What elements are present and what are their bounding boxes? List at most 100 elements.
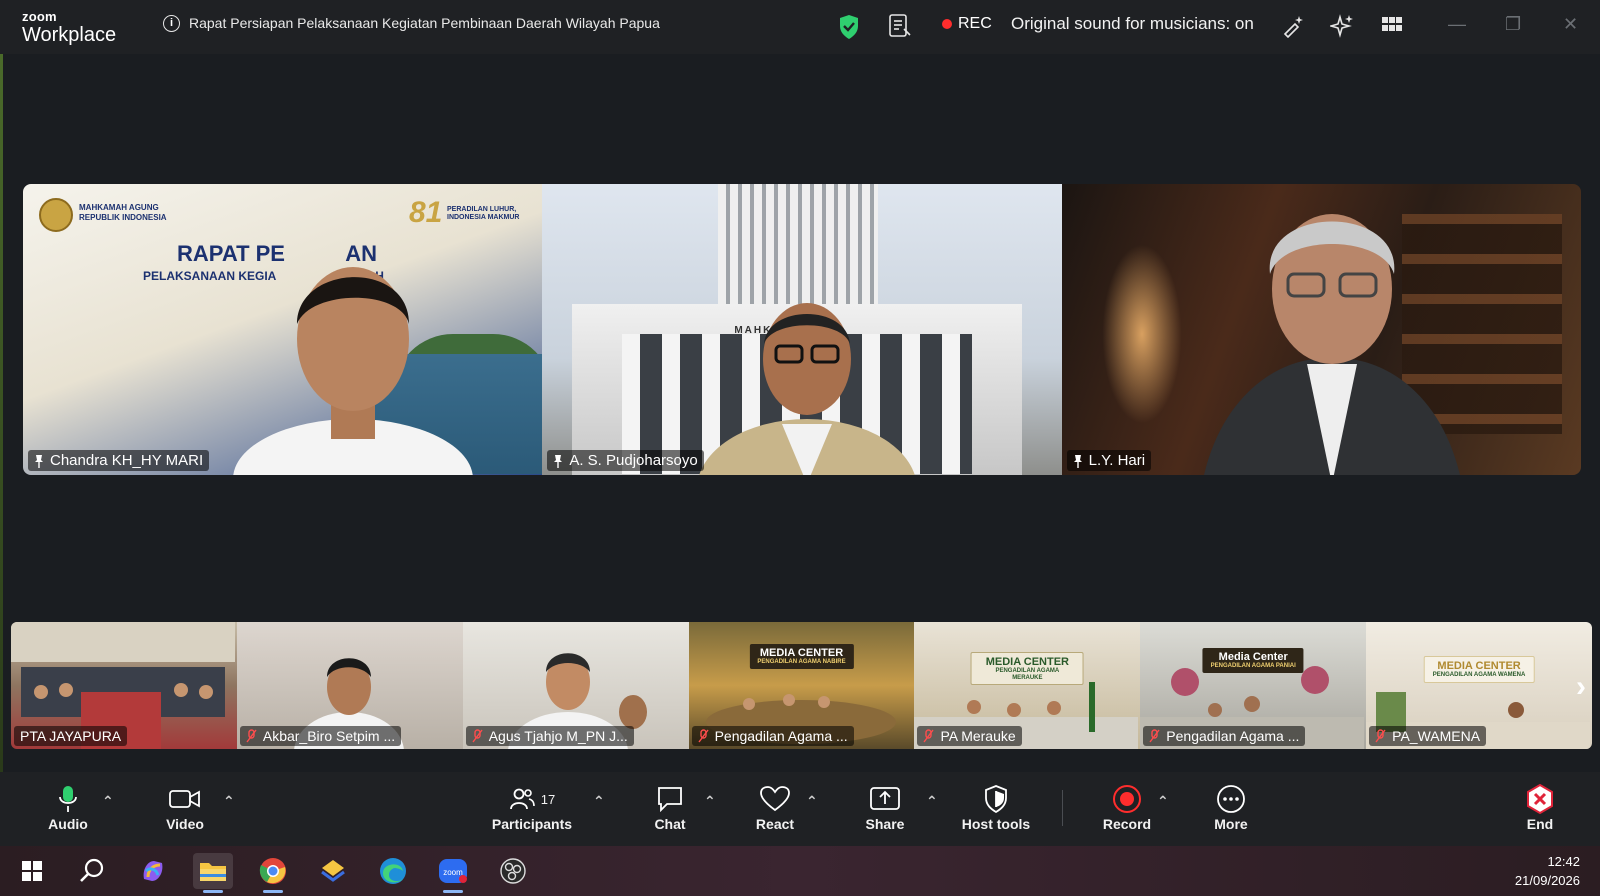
host-shield-icon	[985, 785, 1007, 813]
more-label: More	[1214, 816, 1248, 832]
react-options-chevron-icon[interactable]: ⌃	[806, 793, 818, 810]
heart-icon	[760, 786, 790, 812]
participant-video-ly-hari	[1203, 214, 1460, 475]
record-label: Record	[1102, 816, 1152, 832]
meeting-info-icon[interactable]: i	[163, 15, 180, 32]
video-tile-ly-hari[interactable]: L.Y. Hari	[1061, 184, 1581, 475]
participant-video-chandra	[233, 267, 473, 475]
next-page-chevron-icon[interactable]: ›	[1576, 670, 1586, 704]
participant-label: PA_WAMENA	[1369, 726, 1487, 746]
participant-label: Pengadilan Agama ...	[691, 726, 854, 746]
record-button[interactable]: Record	[1102, 784, 1152, 832]
thumb-pengadilan-agama-paniai[interactable]: Media Center PENGADILAN AGAMA PANIAI Pen…	[1140, 622, 1367, 749]
meeting-toolbar	[0, 772, 1600, 846]
gallery-grid-icon[interactable]	[1381, 14, 1403, 36]
participant-name: PA_WAMENA	[1392, 728, 1481, 744]
background-lamp	[1101, 244, 1182, 424]
thumb-pta-jayapura[interactable]: PTA JAYAPURA	[11, 622, 237, 749]
video-button[interactable]: Video	[160, 784, 210, 832]
clock-time: 12:42	[1547, 854, 1580, 869]
participant-name: Agus Tjahjo M_PN J...	[488, 728, 628, 744]
recording-indicator[interactable]: REC	[942, 15, 992, 33]
more-button[interactable]: More	[1210, 784, 1252, 832]
motto-line1: PERADILAN LUHUR,	[447, 206, 517, 213]
pin-icon	[1073, 454, 1082, 468]
mic-muted-icon	[923, 729, 934, 743]
windows-taskbar	[0, 846, 1600, 896]
end-label: End	[1526, 816, 1554, 832]
mic-muted-icon	[246, 729, 257, 743]
toolbar-divider	[1062, 790, 1063, 826]
meeting-title: Rapat Persiapan Pelaksanaan Kegiatan Pem…	[189, 15, 660, 31]
video-tile-chandra[interactable]: MAHKAMAH AGUNG REPUBLIK INDONESIA 81 PER…	[23, 184, 543, 475]
thumb-pa-merauke[interactable]: MEDIA CENTER PENGADILAN AGAMA MERAUKE PA…	[914, 622, 1141, 749]
thumb-akbar[interactable]: Akbar_Biro Setpim ...	[236, 622, 463, 749]
video-tile-pudjoharsoyo[interactable]: MAHKA A. S. Pudjoharsoyo	[542, 184, 1062, 475]
ai-pen-icon[interactable]	[1281, 14, 1305, 38]
participant-label: Agus Tjahjo M_PN J...	[465, 726, 634, 746]
end-x-icon	[1527, 784, 1553, 814]
video-options-chevron-icon[interactable]: ⌃	[223, 793, 235, 810]
thumb-pengadilan-agama-nabire[interactable]: MEDIA CENTER PENGADILAN AGAMA NABIRE Pen…	[688, 622, 915, 749]
clock-date: 21/09/2026	[1514, 873, 1580, 888]
thumb-pa-wamena[interactable]: MEDIA CENTER PENGADILAN AGAMA WAMENA PA_…	[1366, 622, 1592, 749]
chat-label: Chat	[654, 816, 686, 832]
security-shield-icon[interactable]	[838, 14, 860, 40]
speaker-tiles: MAHKAMAH AGUNG REPUBLIK INDONESIA 81 PER…	[23, 184, 1581, 475]
video-camera-icon	[169, 790, 200, 808]
participant-label: Pengadilan Agama ...	[1143, 726, 1306, 746]
sticky-app-icon[interactable]	[313, 853, 353, 889]
audio-button[interactable]: Audio	[44, 784, 92, 832]
zoom-taskbar-icon[interactable]: zoom	[433, 853, 473, 893]
pin-icon	[35, 454, 43, 468]
windows-logo-icon	[22, 861, 42, 881]
record-icon	[1113, 785, 1141, 813]
participant-name: A. S. Pudjoharsoyo	[569, 452, 698, 469]
react-button[interactable]: React	[752, 784, 798, 832]
host-tools-button[interactable]: Host tools	[960, 784, 1032, 832]
share-options-chevron-icon[interactable]: ⌃	[926, 793, 938, 810]
logo-line1: zoom	[22, 9, 57, 24]
minimize-icon[interactable]: —	[1448, 14, 1466, 35]
windows-start-icon[interactable]	[12, 853, 52, 889]
thumb-agus-tjahjo[interactable]: Agus Tjahjo M_PN J...	[462, 622, 689, 749]
anniversary-motto: PERADILAN LUHUR, INDONESIA MAKMUR	[447, 206, 519, 223]
summary-doc-icon[interactable]	[888, 13, 912, 39]
participants-icon	[509, 788, 535, 810]
search-icon[interactable]	[72, 853, 112, 889]
edge-icon[interactable]	[373, 853, 413, 889]
participant-label: L.Y. Hari	[1066, 450, 1152, 471]
system-clock[interactable]: 12:42 21/09/2026	[1515, 852, 1580, 890]
chat-bubble-icon	[658, 787, 682, 812]
banner-org: MAHKAMAH AGUNG REPUBLIK INDONESIA	[79, 203, 167, 222]
record-options-chevron-icon[interactable]: ⌃	[1157, 793, 1169, 810]
banner-org-name: MAHKAMAH AGUNG	[79, 203, 159, 212]
chat-button[interactable]: Chat	[648, 784, 692, 832]
copilot-icon[interactable]	[133, 853, 173, 889]
video-label: Video	[166, 816, 204, 832]
chrome-icon[interactable]	[253, 853, 293, 893]
chat-options-chevron-icon[interactable]: ⌃	[704, 793, 716, 810]
participant-name: Chandra KH_HY MARI	[50, 452, 204, 469]
mahkamah-agung-logo-icon	[39, 198, 73, 232]
end-meeting-button[interactable]: End	[1522, 784, 1558, 832]
participants-count: 17	[540, 791, 556, 807]
original-sound-status[interactable]: Original sound for musicians: on	[1011, 14, 1254, 34]
participants-options-chevron-icon[interactable]: ⌃	[593, 793, 605, 810]
participant-name: Pengadilan Agama ...	[714, 728, 848, 744]
file-explorer-icon[interactable]	[193, 853, 233, 893]
restore-icon[interactable]: ❐	[1505, 14, 1521, 35]
ai-companion-sparkle-icon[interactable]	[1330, 14, 1354, 38]
share-button[interactable]: Share	[862, 784, 908, 832]
zoom-workplace-logo: zoom Workplace	[22, 10, 116, 45]
participant-label: A. S. Pudjoharsoyo	[547, 450, 704, 471]
participant-name: Pengadilan Agama ...	[1166, 728, 1300, 744]
desktop-edge	[0, 54, 3, 772]
close-icon[interactable]: ✕	[1563, 14, 1578, 35]
obs-icon[interactable]	[493, 853, 533, 889]
participants-label: Participants	[491, 816, 573, 832]
react-label: React	[755, 816, 795, 832]
audio-options-chevron-icon[interactable]: ⌃	[102, 793, 114, 810]
participants-button[interactable]: 17 Participants	[488, 784, 576, 832]
participant-name: PTA JAYAPURA	[20, 728, 122, 744]
